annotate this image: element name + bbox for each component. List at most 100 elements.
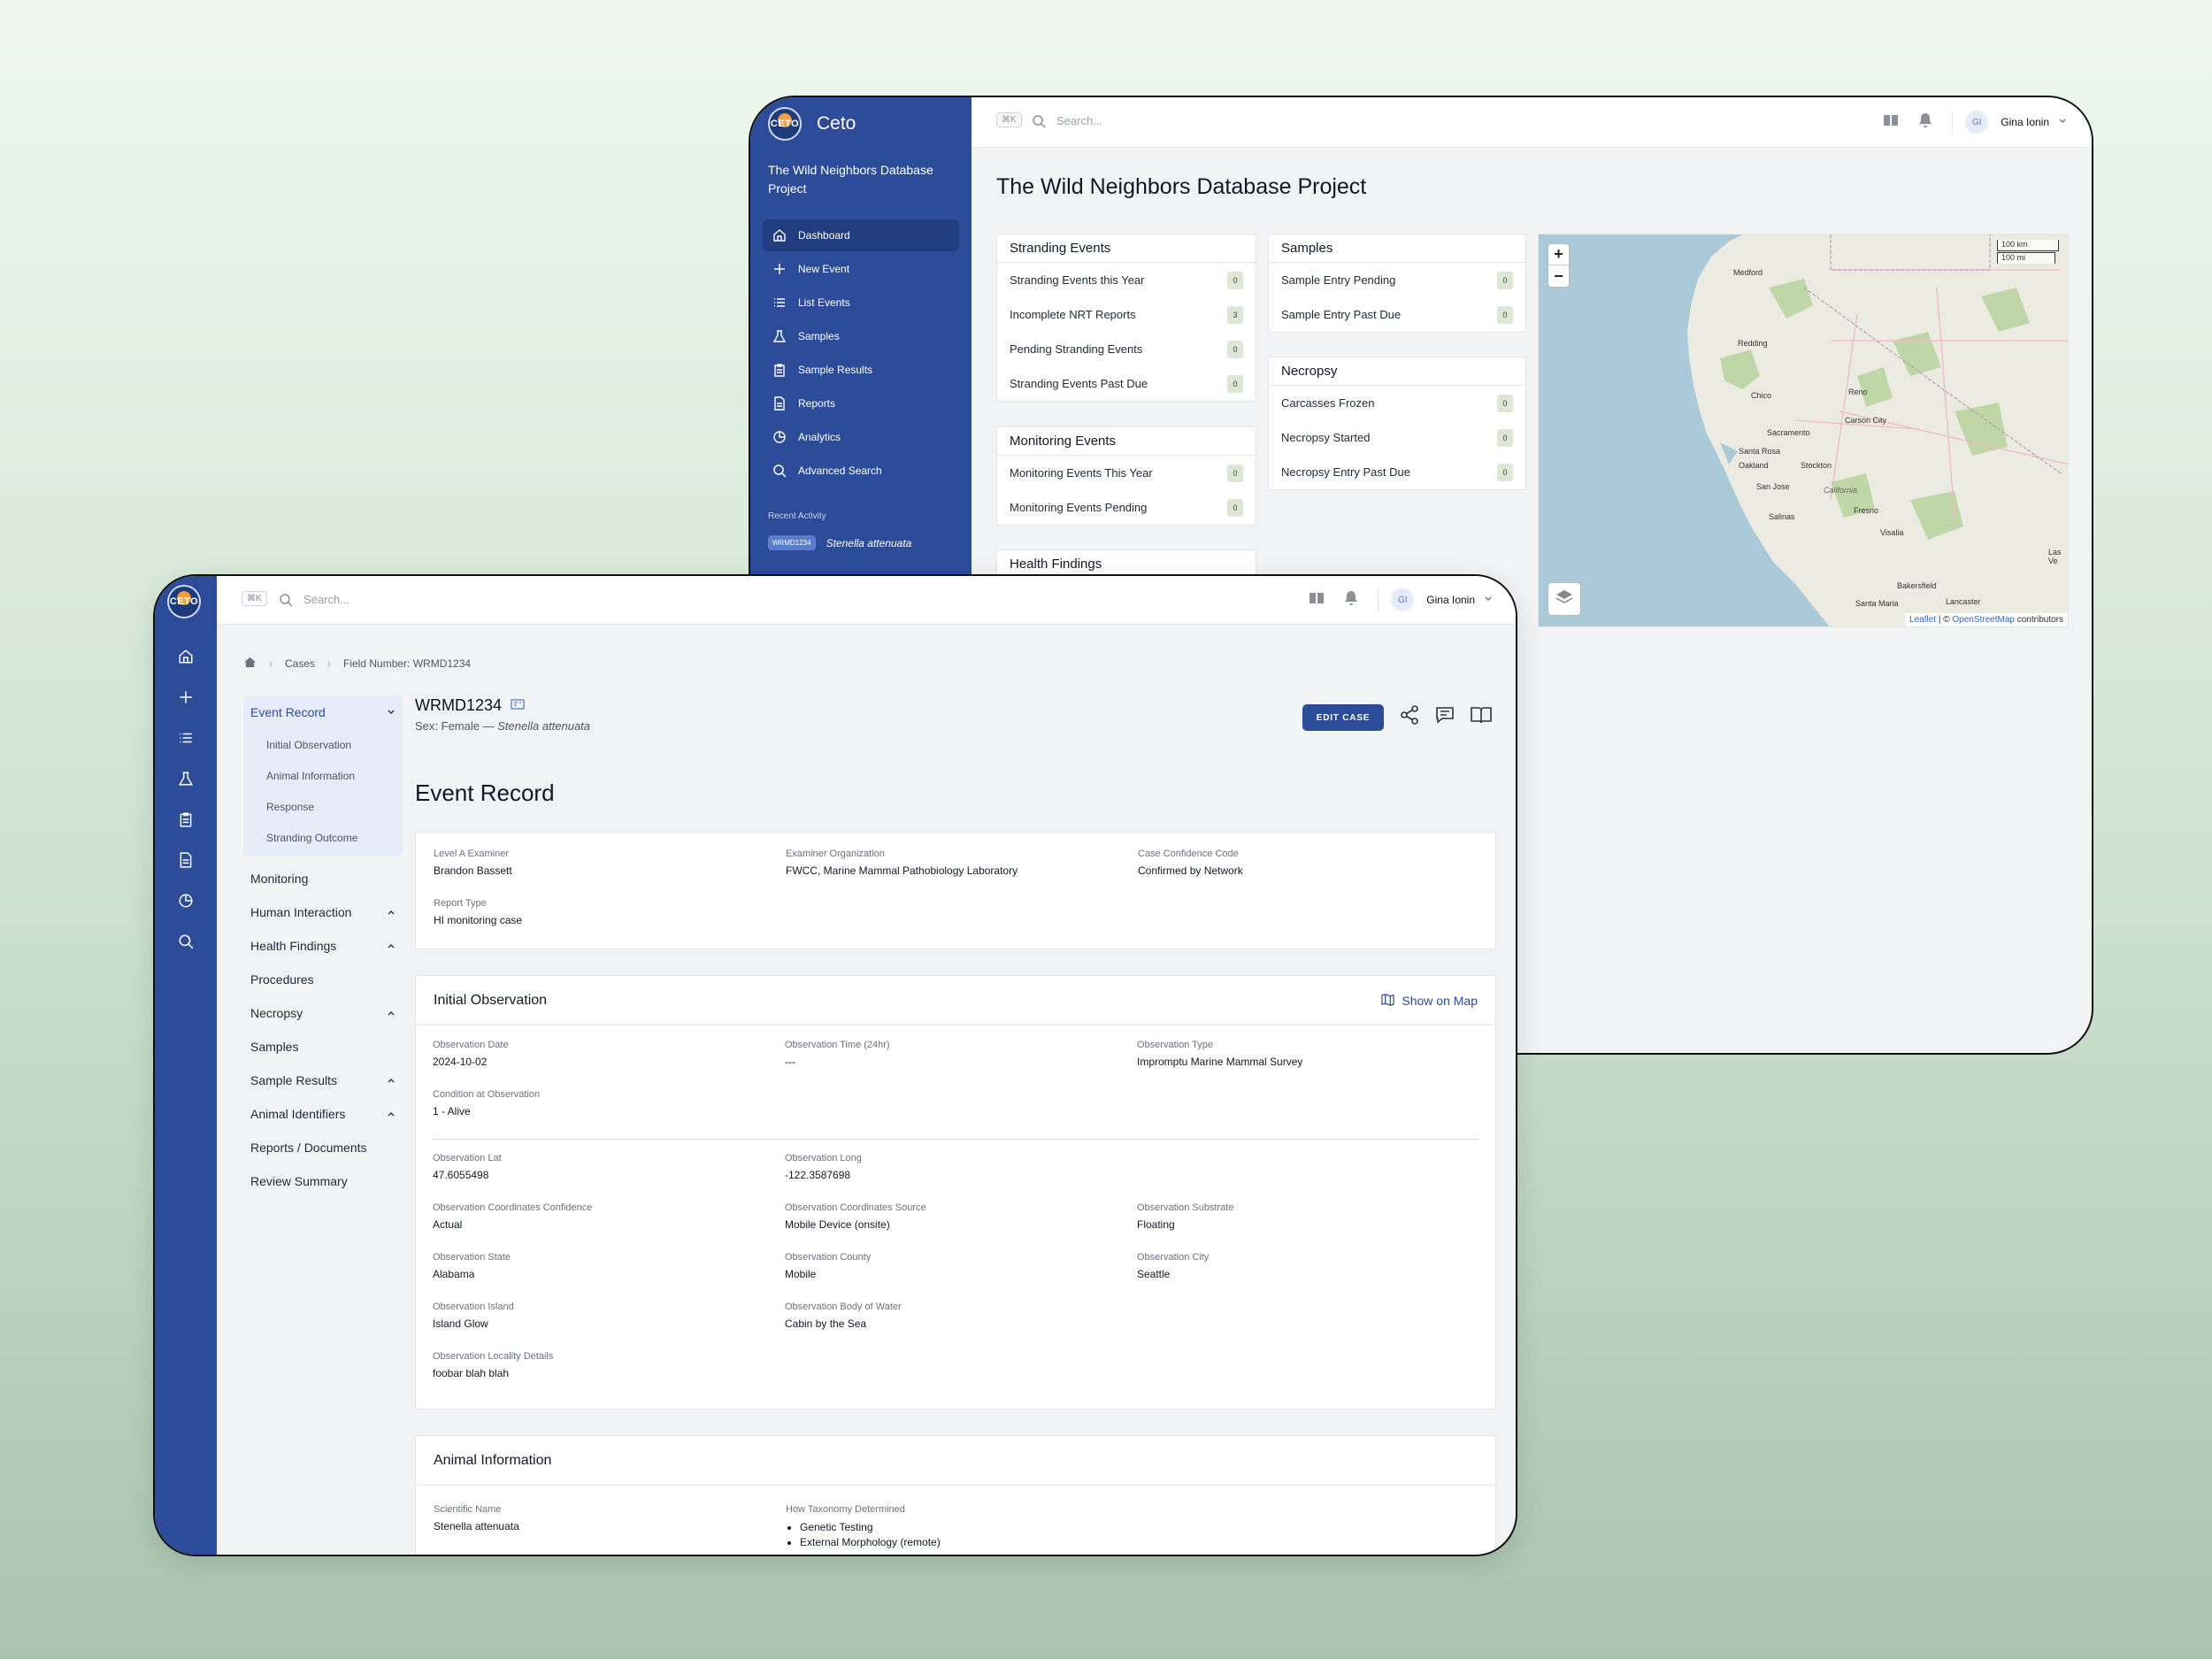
list-item[interactable]: Carcasses Frozen 0 — [1269, 386, 1525, 420]
observation-field: Observation Long -122.3587698 — [785, 1153, 862, 1181]
bell-icon[interactable] — [1918, 112, 1932, 133]
search-shortcut: ⌘K — [996, 112, 1022, 127]
card-title: Samples — [1269, 234, 1525, 263]
search-input[interactable]: Search... — [303, 593, 349, 606]
zoom-in-button[interactable]: + — [1548, 244, 1569, 265]
show-on-map-button[interactable]: Show on Map — [1381, 993, 1478, 1009]
nav-samples[interactable]: Samples — [243, 1030, 403, 1064]
edit-case-button[interactable]: EDIT CASE — [1302, 704, 1384, 731]
sidebar-item-samples[interactable]: Samples — [763, 320, 959, 352]
sidebar-item-reports[interactable]: Reports — [763, 388, 959, 419]
map[interactable]: Medford Redding Chico Reno Carson City S… — [1538, 234, 2069, 627]
chevron-down-icon[interactable] — [1484, 592, 1493, 608]
nav-animal-information[interactable]: Animal Information — [243, 760, 403, 791]
clipboard-icon[interactable] — [176, 810, 196, 829]
list-item[interactable]: Sample Entry Past Due 0 — [1269, 297, 1525, 332]
user-name[interactable]: Gina Ionin — [2001, 116, 2049, 128]
nav-necropsy[interactable]: Necropsy — [243, 996, 403, 1030]
search-icon — [279, 593, 293, 611]
leaflet-link[interactable]: Leaflet — [1909, 615, 1936, 625]
chevron-up-icon — [387, 1006, 396, 1020]
flask-icon[interactable] — [176, 769, 196, 788]
avatar[interactable]: GI — [1391, 588, 1415, 611]
home-icon[interactable] — [176, 647, 196, 666]
sidebar-item-analytics[interactable]: Analytics — [763, 421, 959, 453]
pie-chart-icon[interactable] — [176, 891, 196, 910]
field-value: Seattle — [1137, 1268, 1171, 1280]
plus-icon[interactable] — [176, 687, 196, 707]
sidebar-item-list-events[interactable]: List Events — [763, 287, 959, 319]
list-item[interactable]: Necropsy Started 0 — [1269, 420, 1525, 455]
observation-field: Observation Lat 47.6055498 — [433, 1153, 502, 1181]
map-scale: 100 km 100 mi — [1997, 240, 2059, 265]
nav-animal-identifiers[interactable]: Animal Identifiers — [243, 1097, 403, 1131]
map-city-label: Oakland — [1739, 461, 1769, 470]
nav-response[interactable]: Response — [243, 791, 403, 822]
list-item[interactable]: Necropsy Entry Past Due 0 — [1269, 455, 1525, 489]
nav-initial-observation[interactable]: Initial Observation — [243, 729, 403, 760]
nav-sample-results[interactable]: Sample Results — [243, 1064, 403, 1097]
app-logo[interactable]: CETO — [167, 585, 201, 618]
field-level-a-examiner: Level A Examiner Brandon Bassett — [434, 849, 512, 877]
osm-link[interactable]: OpenStreetMap — [1952, 615, 2015, 625]
user-name[interactable]: Gina Ionin — [1426, 594, 1475, 606]
comment-icon[interactable] — [1434, 704, 1455, 730]
nav-procedures[interactable]: Procedures — [243, 963, 403, 996]
recent-activity-heading: Recent Activity — [768, 511, 826, 521]
book-icon[interactable] — [1309, 590, 1325, 611]
field-label: Scientific Name — [434, 1504, 502, 1515]
field-value: Impromptu Marine Mammal Survey — [1137, 1056, 1303, 1068]
sidebar-item-sample-results[interactable]: Sample Results — [763, 354, 959, 386]
list-item[interactable]: Monitoring Events Pending 0 — [997, 490, 1256, 525]
sidebar-item-new-event[interactable]: New Event — [763, 253, 959, 285]
list-item[interactable]: Pending Stranding Events 0 — [997, 332, 1256, 366]
nav-review-summary[interactable]: Review Summary — [243, 1164, 403, 1198]
list-item[interactable]: Monitoring Events This Year 0 — [997, 456, 1256, 490]
row-label: Monitoring Events Pending — [1010, 501, 1148, 514]
nav-human-interaction[interactable]: Human Interaction — [243, 895, 403, 929]
nav-health-findings[interactable]: Health Findings — [243, 929, 403, 963]
list-item[interactable]: Stranding Events this Year 0 — [997, 263, 1256, 297]
nav-label: Reports / Documents — [250, 1141, 367, 1155]
layers-button[interactable] — [1548, 582, 1581, 616]
sidebar-item-dashboard[interactable]: Dashboard — [763, 219, 959, 251]
case-id-text: WRMD1234 — [415, 696, 503, 714]
sidebar-item-label: New Event — [798, 263, 850, 275]
recent-activity-item[interactable]: WRMD1234 Stenella attenuata — [768, 535, 911, 550]
avatar[interactable]: GI — [1965, 111, 1989, 134]
list-item[interactable]: Sample Entry Pending 0 — [1269, 263, 1525, 297]
list-item[interactable]: Incomplete NRT Reports 3 — [997, 297, 1256, 332]
list-icon[interactable] — [176, 728, 196, 748]
field-taxonomy-method: How Taxonomy Determined Genetic Testing … — [786, 1504, 941, 1550]
field-label: Observation City — [1137, 1252, 1210, 1263]
search-icon[interactable] — [176, 932, 196, 951]
nav-reports-documents[interactable]: Reports / Documents — [243, 1131, 403, 1164]
search-input[interactable]: Search... — [1056, 114, 1102, 127]
zoom-out-button[interactable]: − — [1548, 265, 1569, 287]
sidebar-item-label: List Events — [798, 296, 850, 309]
page-title: The Wild Neighbors Database Project — [996, 174, 1367, 199]
bell-icon[interactable] — [1344, 590, 1358, 611]
id-card-icon[interactable] — [511, 696, 525, 715]
monitoring-events-card: Monitoring Events Monitoring Events This… — [996, 426, 1256, 526]
nav-stranding-outcome[interactable]: Stranding Outcome — [243, 822, 403, 853]
app-logo[interactable]: CETO — [768, 107, 802, 141]
map-city-label: Stockton — [1801, 461, 1832, 470]
home-icon[interactable] — [243, 656, 257, 672]
list-item[interactable]: Stranding Events Past Due 0 — [997, 366, 1256, 401]
share-icon[interactable] — [1399, 704, 1420, 730]
section-title: Event Record — [415, 780, 555, 806]
nav-monitoring[interactable]: Monitoring — [243, 862, 403, 895]
nav-label: Monitoring — [250, 872, 309, 886]
document-icon[interactable] — [176, 850, 196, 870]
chevron-down-icon[interactable] — [2058, 114, 2067, 130]
sidebar-item-advanced-search[interactable]: Advanced Search — [763, 455, 959, 487]
field-label: Examiner Organization — [786, 849, 885, 859]
book-open-icon[interactable] — [1470, 704, 1493, 730]
book-icon[interactable] — [1883, 112, 1899, 133]
nav-event-record[interactable]: Event Record — [243, 695, 403, 729]
count-badge: 0 — [1497, 271, 1513, 289]
breadcrumb-cases[interactable]: Cases — [285, 657, 315, 670]
field-label: Observation Lat — [433, 1153, 502, 1164]
field-report-type: Report Type HI monitoring case — [434, 898, 522, 926]
